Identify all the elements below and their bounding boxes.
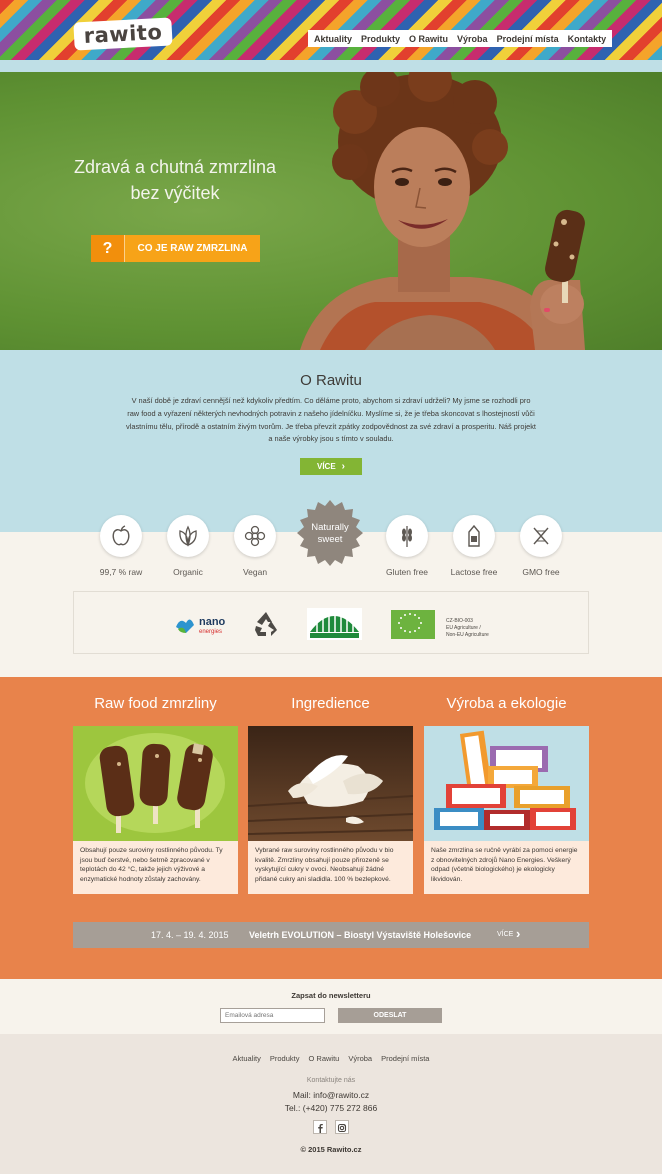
- nav-o-rawitu[interactable]: O Rawitu: [409, 34, 448, 44]
- feature-vegan: Vegan: [220, 515, 290, 577]
- column-title: Raw food zmrzliny: [94, 695, 217, 712]
- chevron-right-icon: ›: [516, 926, 521, 941]
- feature-organic: Organic: [153, 515, 223, 577]
- newsletter-section: Zapsat do newsletteru ODESLAT: [0, 979, 662, 1034]
- eu-organic-leaf-logo: [391, 610, 435, 639]
- eu-line2: EU Agriculture /: [446, 625, 481, 631]
- eu-code: CZ-BIO-003: [446, 618, 473, 624]
- feature-label: GMO free: [522, 567, 560, 577]
- ice-cream-bars-image[interactable]: [73, 726, 238, 841]
- event-name: Veletrh EVOLUTION – Biostyl Výstaviště H…: [249, 930, 472, 940]
- hero-cta-label: CO JE RAW ZMRZLINA: [124, 235, 260, 262]
- apple-icon: [100, 515, 142, 557]
- badge-line2: sweet: [317, 534, 343, 545]
- svg-text:nano: nano: [199, 616, 226, 628]
- flower-icon: [234, 515, 276, 557]
- dna-icon: [520, 515, 562, 557]
- about-text: V naší době je zdraví cennější než kdyko…: [126, 396, 536, 444]
- hero-banner: Zdravá a chutná zmrzlina bez výčitek ? C…: [0, 72, 662, 350]
- eu-cert-text: CZ-BIO-003 EU Agriculture / Non-EU Agric…: [446, 618, 489, 639]
- hero-title: Zdravá a chutná zmrzlina bez výčitek: [70, 154, 280, 206]
- column-card: Obsahují pouze suroviny rostlinného půvo…: [73, 841, 238, 894]
- copyright: © 2015 Rawito.cz: [300, 1145, 362, 1154]
- milk-carton-icon: [453, 515, 495, 557]
- column-title: Výroba a ekologie: [446, 695, 567, 712]
- feature-label: Lactose free: [450, 567, 498, 577]
- event-more-label: VÍCE: [497, 931, 514, 938]
- product-boxes-image[interactable]: [424, 726, 589, 841]
- column-card: Vybrané raw suroviny rostlinného původu …: [248, 841, 413, 894]
- certifications-bar: nano energies CZ-BIO-003 EU Agriculture …: [73, 591, 589, 654]
- feature-label: Gluten free: [385, 567, 429, 577]
- nano-energies-logo: nano energies: [176, 616, 226, 635]
- contact-mail[interactable]: Mail: info@rawito.cz: [0, 1090, 662, 1100]
- logo[interactable]: rawito: [73, 17, 173, 51]
- about-more-label: VÍCE: [316, 462, 336, 471]
- column-title: Ingredience: [291, 695, 370, 712]
- newsletter-title: Zapsat do newsletteru: [291, 991, 371, 1000]
- footer-nav-o-rawitu[interactable]: O Rawitu: [309, 1054, 340, 1063]
- eu-line3: Non-EU Agriculture: [446, 632, 489, 638]
- feature-gmo-free: GMO free: [506, 515, 576, 577]
- main-nav: Aktuality Produkty O Rawitu Výroba Prode…: [308, 30, 613, 47]
- leaves-icon: [167, 515, 209, 557]
- newsletter-submit-button[interactable]: ODESLAT: [338, 1008, 442, 1023]
- hero-photo-woman-ice-cream: [300, 72, 585, 350]
- wheat-icon: [386, 515, 428, 557]
- feature-raw: 99,7 % raw: [86, 515, 156, 577]
- footer-nav-aktuality[interactable]: Aktuality: [233, 1054, 261, 1063]
- nav-kontakty[interactable]: Kontakty: [568, 34, 607, 44]
- contact-tel: Tel.: (+420) 775 272 866: [284, 1103, 378, 1113]
- event-date: 17. 4. – 19. 4. 2015: [151, 930, 229, 940]
- feature-label: 99,7 % raw: [99, 567, 143, 577]
- footer-nav-produkty[interactable]: Produkty: [270, 1054, 300, 1063]
- footer-nav-prodejni-mista[interactable]: Prodejní místa: [381, 1054, 429, 1063]
- bio-product-logo: [307, 608, 362, 640]
- nav-produkty[interactable]: Produkty: [361, 34, 400, 44]
- nav-aktuality[interactable]: Aktuality: [314, 34, 352, 44]
- feature-gluten-free: Gluten free: [372, 515, 442, 577]
- feature-lactose-free: Lactose free: [439, 515, 509, 577]
- coconut-chips-image[interactable]: [248, 726, 413, 841]
- recycle-icon: [255, 612, 277, 636]
- event-banner[interactable]: 17. 4. – 19. 4. 2015 Veletrh EVOLUTION –…: [73, 922, 589, 948]
- footer-nav: Aktuality Produkty O Rawitu Výroba Prode…: [0, 1054, 662, 1063]
- instagram-icon[interactable]: [335, 1120, 349, 1134]
- contact-heading: Kontaktujte nás: [306, 1077, 356, 1084]
- chevron-right-icon: ›: [341, 461, 345, 472]
- footer: Aktuality Produkty O Rawitu Výroba Prode…: [0, 1034, 662, 1174]
- hero-title-line1: Zdravá a chutná zmrzlina: [73, 157, 277, 177]
- newsletter-email-input[interactable]: [220, 1008, 325, 1023]
- nav-vyroba[interactable]: Výroba: [457, 34, 488, 44]
- hero-title-line2: bez výčitek: [130, 183, 220, 203]
- badge-text: Naturally sweet: [297, 522, 363, 546]
- facebook-icon[interactable]: [313, 1120, 327, 1134]
- header-divider: [0, 60, 662, 72]
- nav-prodejni-mista[interactable]: Prodejní místa: [497, 34, 559, 44]
- about-more-button[interactable]: VÍCE ›: [300, 458, 362, 475]
- column-card: Naše zmrzlina se ručně vyrábí za pomoci …: [424, 841, 589, 894]
- about-title: O Rawitu: [300, 372, 362, 389]
- footer-nav-vyroba[interactable]: Výroba: [348, 1054, 372, 1063]
- hero-cta-button[interactable]: ? CO JE RAW ZMRZLINA: [91, 235, 260, 262]
- feature-label: Organic: [173, 567, 203, 577]
- question-icon: ?: [91, 235, 124, 262]
- svg-text:energies: energies: [199, 629, 222, 635]
- feature-label: Vegan: [242, 567, 268, 577]
- badge-line1: Naturally: [311, 522, 349, 533]
